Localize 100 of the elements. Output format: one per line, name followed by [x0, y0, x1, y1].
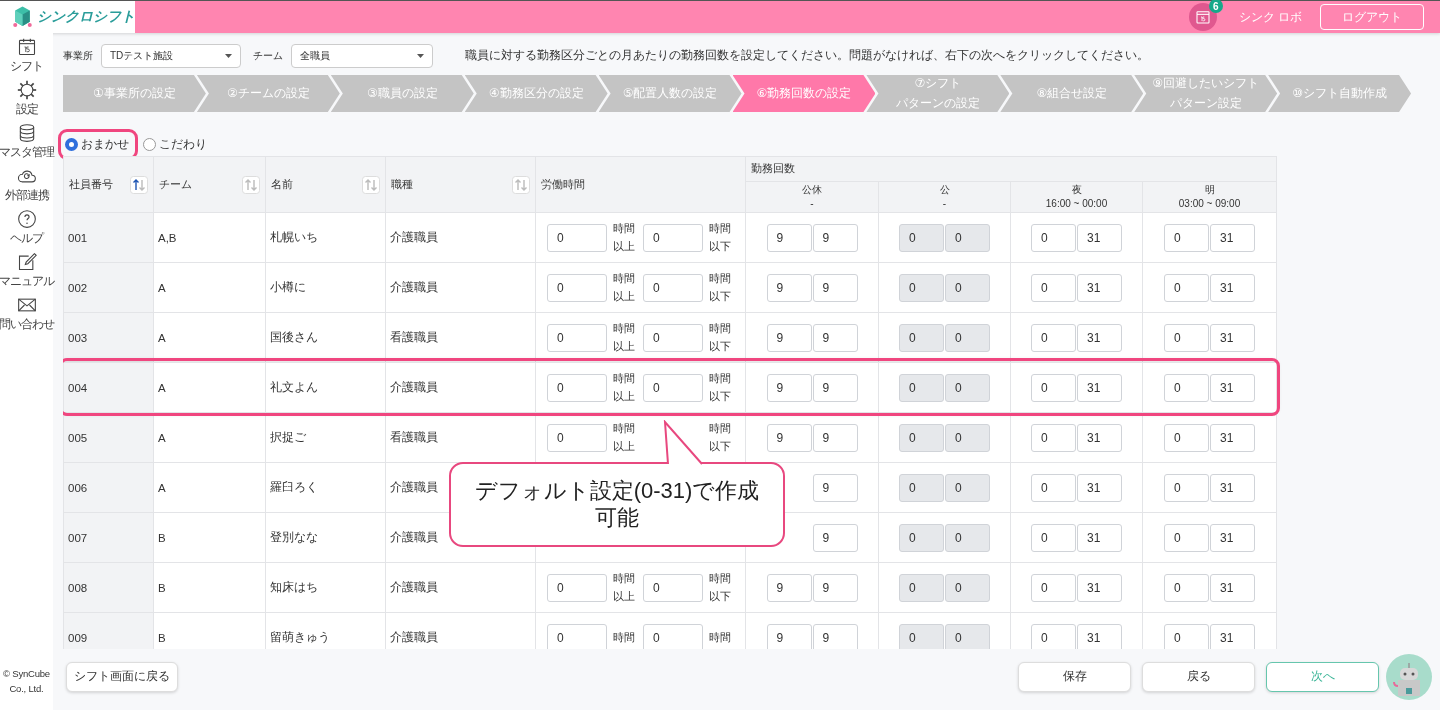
select-field[interactable]: TDテスト施設: [101, 43, 241, 68]
action-button[interactable]: 戻る: [1142, 661, 1255, 692]
count-field[interactable]: 9: [812, 273, 858, 302]
robot-avatar-icon[interactable]: [1386, 653, 1432, 700]
hours-field[interactable]: 0: [547, 623, 607, 649]
hours-field[interactable]: 0: [547, 423, 607, 452]
count-field[interactable]: 31: [1210, 423, 1255, 452]
hours-field[interactable]: 0: [643, 373, 703, 402]
count-field[interactable]: 9: [766, 273, 812, 302]
count-field[interactable]: 0: [1031, 373, 1076, 402]
count-field[interactable]: 9: [766, 623, 812, 649]
sort-icon[interactable]: [242, 175, 260, 194]
sort-icon[interactable]: [362, 175, 380, 194]
unit-label: 時間以下: [709, 370, 732, 404]
back-to-shift-button[interactable]: シフト画面に戻る: [66, 661, 178, 692]
count-field[interactable]: 31: [1210, 373, 1255, 402]
hours-field[interactable]: 0: [643, 323, 703, 352]
count-field[interactable]: 31: [1210, 223, 1255, 252]
count-field[interactable]: 0: [1164, 373, 1209, 402]
count-field[interactable]: 0: [1031, 273, 1076, 302]
count-field[interactable]: 0: [1164, 323, 1209, 352]
hours-field[interactable]: 0: [547, 273, 607, 302]
instruction-text: 職員に対する勤務区分ごとの月あたりの勤務回数を設定してください。問題がなければ、右下の次へをクリックしてください。: [465, 48, 1149, 63]
hours-field[interactable]: 0: [547, 373, 607, 402]
count-field[interactable]: 31: [1077, 523, 1122, 552]
count-field[interactable]: 31: [1210, 473, 1255, 502]
sidebar-item[interactable]: マスタ管理: [0, 123, 54, 160]
count-field[interactable]: 9: [812, 423, 858, 452]
hours-field[interactable]: 0: [643, 273, 703, 302]
unit-label: 時間以下: [709, 220, 732, 254]
count-field[interactable]: 0: [1164, 623, 1209, 649]
hours-field[interactable]: 0: [547, 573, 607, 602]
sort-icon[interactable]: [130, 175, 148, 194]
step-label: ⑥勤務回数の設定: [756, 84, 852, 102]
count-field[interactable]: 9: [812, 223, 858, 252]
hours-field[interactable]: 0: [547, 223, 607, 252]
count-field[interactable]: 0: [1031, 623, 1076, 649]
count-field[interactable]: 31: [1210, 623, 1255, 649]
count-field[interactable]: 9: [812, 623, 858, 649]
count-field[interactable]: 31: [1077, 373, 1122, 402]
count-field[interactable]: 31: [1210, 523, 1255, 552]
count-field[interactable]: 0: [1031, 223, 1076, 252]
count-field[interactable]: 0: [1031, 573, 1076, 602]
count-field[interactable]: 31: [1077, 423, 1122, 452]
count-field[interactable]: 0: [1031, 423, 1076, 452]
count-field[interactable]: 0: [1164, 223, 1209, 252]
count-field[interactable]: 9: [812, 523, 858, 552]
count-field[interactable]: 9: [812, 373, 858, 402]
count-field[interactable]: 31: [1210, 573, 1255, 602]
hours-field[interactable]: 0: [547, 323, 607, 352]
radio-label[interactable]: こだわり: [159, 135, 207, 153]
column-header: 名前: [271, 177, 293, 192]
unit-label: 時間以下: [709, 420, 732, 454]
select-field[interactable]: 全職員: [291, 43, 433, 68]
count-field[interactable]: 31: [1210, 323, 1255, 352]
sidebar-item[interactable]: マニュアル: [0, 252, 54, 289]
count-field[interactable]: 9: [766, 573, 812, 602]
count-field[interactable]: 9: [766, 423, 812, 452]
count-field[interactable]: 31: [1077, 323, 1122, 352]
count-field[interactable]: 9: [812, 573, 858, 602]
hours-field[interactable]: 0: [643, 573, 703, 602]
count-field[interactable]: 9: [766, 323, 812, 352]
count-field[interactable]: 31: [1077, 623, 1122, 649]
unit-label: 時間以上: [613, 220, 636, 254]
count-field[interactable]: 9: [766, 373, 812, 402]
count-field[interactable]: 31: [1077, 573, 1122, 602]
count-field[interactable]: 31: [1077, 223, 1122, 252]
count-field[interactable]: 0: [1164, 473, 1209, 502]
table-cell: 介護職員: [385, 362, 536, 413]
time-range: 16:00 ~ 00:00: [1045, 197, 1108, 211]
hours-field[interactable]: 0: [643, 223, 703, 252]
edit-icon: [16, 252, 37, 272]
time-range: -: [810, 197, 814, 211]
table-cell: 006: [63, 462, 154, 513]
count-field[interactable]: 0: [1164, 573, 1209, 602]
count-field[interactable]: 0: [1031, 323, 1076, 352]
count-field[interactable]: 0: [1164, 273, 1209, 302]
count-field[interactable]: 31: [1077, 473, 1122, 502]
count-field[interactable]: 0: [1031, 473, 1076, 502]
sort-icon[interactable]: [512, 175, 530, 194]
count-field[interactable]: 31: [1210, 273, 1255, 302]
sidebar-item[interactable]: ヘルプ: [10, 209, 43, 246]
count-field[interactable]: 0: [1164, 523, 1209, 552]
hours-field[interactable]: 0: [643, 623, 703, 649]
count-field[interactable]: 0: [1031, 523, 1076, 552]
count-field[interactable]: 9: [812, 473, 858, 502]
radio-label[interactable]: おまかせ: [81, 135, 129, 153]
sidebar-item[interactable]: 外部連携: [4, 166, 49, 203]
sidebar-item[interactable]: 問い合わせ: [0, 295, 54, 332]
sidebar-item[interactable]: シフト: [10, 37, 43, 74]
radio-button[interactable]: [65, 137, 78, 151]
count-field[interactable]: 9: [812, 323, 858, 352]
count-field[interactable]: 0: [1164, 423, 1209, 452]
action-button[interactable]: 保存: [1018, 661, 1131, 692]
count-field[interactable]: 9: [766, 223, 812, 252]
count-field[interactable]: 31: [1077, 273, 1122, 302]
calendar-button[interactable]: [1188, 3, 1217, 31]
unit-label: 時間: [709, 629, 732, 645]
sidebar-item[interactable]: 設定: [15, 80, 38, 117]
radio-button[interactable]: [143, 137, 156, 151]
